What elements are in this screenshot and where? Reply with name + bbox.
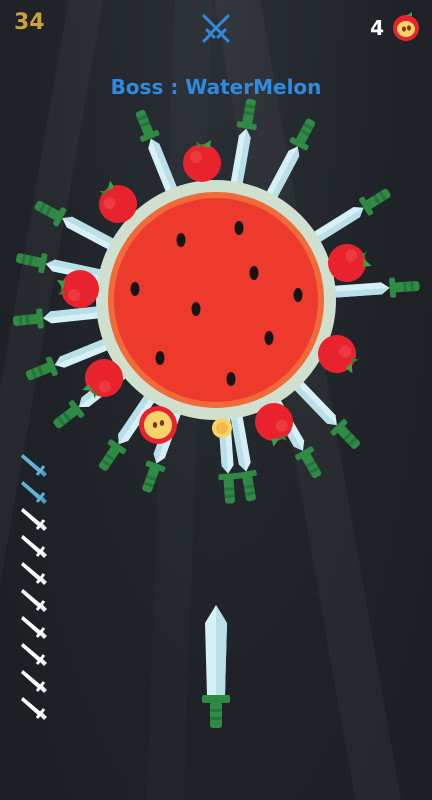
- apple-icon[interactable]: [57, 270, 99, 308]
- remaining-knife-icon: [21, 562, 47, 585]
- remaining-knife-icon: [21, 508, 47, 531]
- remaining-knife-icon: [21, 535, 47, 558]
- remaining-knife-icon: [21, 643, 47, 666]
- apple-icon[interactable]: [183, 140, 221, 182]
- remaining-knife-icon: [21, 616, 47, 639]
- remaining-knife-icon: [21, 670, 47, 693]
- stuck-knife-icon: [12, 301, 108, 332]
- used-knife-icon: [21, 454, 47, 477]
- remaining-knife-icon: [21, 697, 47, 720]
- throwing-knife[interactable]: [199, 605, 233, 729]
- sliced-apple-icon: [212, 418, 232, 438]
- stuck-knife-icon: [225, 97, 262, 194]
- knife-queue: [20, 452, 54, 722]
- sliced-apple-icon: [139, 406, 177, 444]
- used-knife-icon: [21, 481, 47, 504]
- remaining-knife-icon: [21, 589, 47, 612]
